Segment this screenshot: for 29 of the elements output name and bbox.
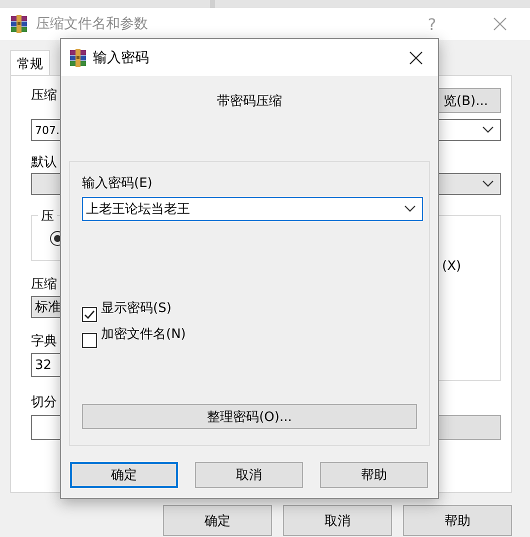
- close-icon[interactable]: [409, 50, 423, 64]
- dialog-button[interactable]: 帮助: [320, 462, 428, 488]
- field-label: 默认: [31, 155, 57, 171]
- archive-books-icon: [10, 15, 28, 33]
- dialog-button[interactable]: 确定: [70, 462, 178, 488]
- dialog-heading: 带密码压缩: [217, 94, 282, 110]
- dialog-button[interactable]: 确定: [163, 505, 272, 536]
- checkbox-label[interactable]: 显示密码(S): [101, 301, 172, 317]
- dialog-title: 输入密码: [93, 48, 150, 66]
- password-field[interactable]: 上老王论坛当老王: [82, 197, 423, 221]
- checkbox[interactable]: [82, 332, 97, 348]
- tab[interactable]: 常规: [10, 50, 50, 75]
- chevron-down-icon[interactable]: [482, 126, 494, 134]
- dialog-button[interactable]: 帮助: [403, 505, 512, 536]
- archive-books-icon: [69, 48, 87, 66]
- option-label: (X): [442, 259, 462, 274]
- manage-passwords-button[interactable]: 整理密码(O)...: [82, 404, 417, 429]
- field-label: 字典: [31, 334, 57, 350]
- dialog-button[interactable]: 取消: [283, 505, 392, 536]
- checkbox[interactable]: [82, 306, 97, 322]
- field-label: 压缩: [31, 277, 57, 293]
- field-label: 输入密码(E): [82, 176, 152, 192]
- window-title: 压缩文件名和参数: [36, 15, 149, 33]
- chevron-down-icon[interactable]: [482, 180, 494, 188]
- chevron-down-icon[interactable]: [404, 205, 416, 213]
- field-label: 切分: [31, 395, 57, 411]
- dialog-button[interactable]: 取消: [195, 462, 303, 488]
- field-label: 压缩: [31, 88, 57, 104]
- checkbox-label[interactable]: 加密文件名(N): [101, 327, 186, 343]
